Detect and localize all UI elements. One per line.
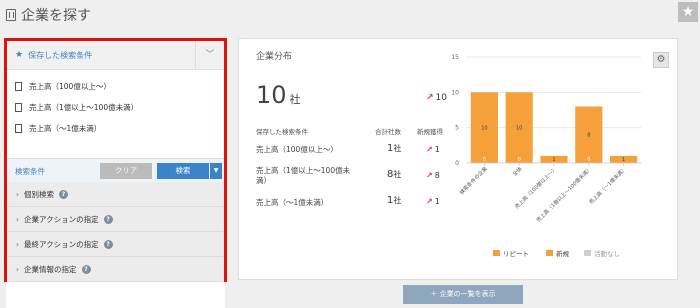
condition-accordion: › 個別検索? › 企業アクションの指定? › 最終アクションの指定? › 企業情報の指… <box>7 182 224 282</box>
building-icon <box>15 124 22 133</box>
distribution-panel: 企業分布 10 社 ↗ 10 保存した検索条件 合計社数 新規獲得 売上高（100億… <box>238 38 678 280</box>
help-icon[interactable]: ? <box>103 214 113 224</box>
search-panel: ★ 保存した検索条件 ﹀ 売上高（100億以上～） 売上高（1億以上～100億未… <box>4 38 227 282</box>
chevron-right-icon: › <box>16 189 19 199</box>
favorite-star-button[interactable]: ★ <box>678 2 698 22</box>
page-title-text: 企業を探す <box>21 8 91 24</box>
saved-condition-label: 売上高（100億以上～） <box>29 82 111 91</box>
legend-swatch <box>584 250 591 256</box>
company-distribution-chart: 051015100検索条件の企業100全体1売上高（100億以上～）80売上高（… <box>451 54 641 258</box>
accordion-individual-search[interactable]: › 個別検索? <box>7 182 224 207</box>
bar-repeat-label: 0 <box>587 157 590 163</box>
star-icon: ★ <box>15 50 24 60</box>
legend-swatch <box>493 250 500 256</box>
chevron-right-icon: › <box>16 214 19 224</box>
star-icon: ★ <box>681 4 695 20</box>
accordion-company-action[interactable]: › 企業アクションの指定? <box>7 207 224 232</box>
help-icon[interactable]: ? <box>59 189 68 199</box>
y-tick-label: 15 <box>451 54 459 61</box>
accordion-label: 企業アクションの指定 <box>24 214 99 224</box>
x-tick-label: 売上高（～1億未満） <box>587 165 628 206</box>
accordion-label: 企業情報の指定 <box>24 264 77 274</box>
bar-value-label: 8 <box>587 133 590 139</box>
y-tick-label: 5 <box>455 125 459 132</box>
chevron-right-icon: › <box>16 239 19 249</box>
chevron-down-icon[interactable]: ﹀ <box>195 41 224 69</box>
clear-button[interactable]: クリア <box>100 163 152 179</box>
accordion-label: 個別検索 <box>24 189 54 199</box>
legend-label: 活動なし <box>594 249 620 258</box>
search-button[interactable]: 検索 <box>157 163 209 179</box>
chevron-right-icon: › <box>16 264 19 274</box>
bar-value-label: 1 <box>552 157 555 163</box>
saved-condition-label: 売上高（～1億未満） <box>29 124 102 133</box>
x-tick-label: 売上高（1億以上～100億未満） <box>534 165 593 224</box>
search-conditions-label: 検索条件 <box>15 166 45 176</box>
saved-conditions-list: 売上高（100億以上～） 売上高（1億以上～100億未満） 売上高（～1億未満） <box>7 70 224 156</box>
building-icon <box>15 82 22 91</box>
legend-label: リピート <box>503 250 529 258</box>
building-icon <box>15 103 22 112</box>
left-panel-footer <box>6 282 225 308</box>
legend-swatch <box>546 250 553 256</box>
saved-condition-item[interactable]: 売上高（100億以上～） <box>15 76 224 97</box>
x-tick-label: 検索条件の企業 <box>457 165 488 196</box>
legend-label: 新規 <box>556 249 570 258</box>
help-icon[interactable]: ? <box>103 239 113 249</box>
search-dropdown-button[interactable]: ▼ <box>210 163 222 179</box>
saved-condition-label: 売上高（1億以上～100億未満） <box>29 103 139 112</box>
accordion-last-action[interactable]: › 最終アクションの指定? <box>7 232 224 257</box>
bar-repeat-label: 0 <box>518 157 521 163</box>
building-icon <box>6 9 16 21</box>
bar-value-label: 10 <box>516 126 522 132</box>
bar-repeat-label: 0 <box>483 157 486 163</box>
page-header: 企業を探す ★ <box>0 0 700 34</box>
bar-value-label: 10 <box>481 126 487 132</box>
y-tick-label: 0 <box>455 160 459 167</box>
y-tick-label: 10 <box>451 89 459 96</box>
search-conditions-bar: 検索条件 クリア 検索 ▼ <box>7 158 224 184</box>
saved-conditions-label: 保存した検索条件 <box>28 50 93 60</box>
accordion-label: 最終アクションの指定 <box>24 239 99 249</box>
show-list-label: 企業の一覧を表示 <box>439 290 496 298</box>
accordion-company-info[interactable]: › 企業情報の指定? <box>7 257 224 282</box>
page-title: 企業を探す <box>6 5 91 25</box>
bar-value-label: 1 <box>622 157 625 163</box>
saved-condition-item[interactable]: 売上高（1億以上～100億未満） <box>15 97 224 118</box>
saved-condition-item[interactable]: 売上高（～1億未満） <box>15 118 224 139</box>
saved-conditions-header[interactable]: ★ 保存した検索条件 ﹀ <box>7 41 224 70</box>
show-company-list-button[interactable]: ＋ 企業の一覧を表示 <box>403 285 523 304</box>
x-tick-label: 全体 <box>511 164 525 178</box>
help-icon[interactable]: ? <box>81 264 91 274</box>
